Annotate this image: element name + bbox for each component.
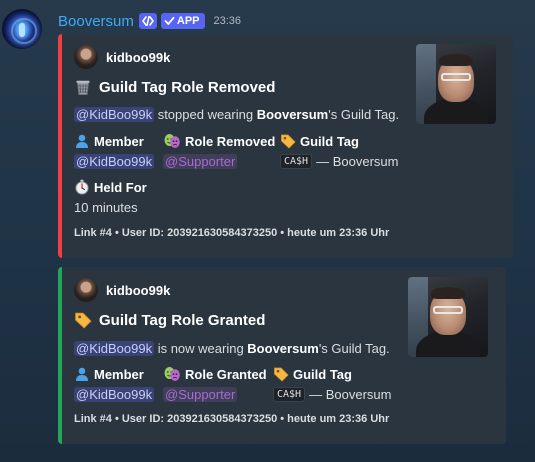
field-guild-tag: Guild Tag CA$H — Booversum [280, 131, 398, 171]
held-for-value: 10 minutes [74, 199, 138, 215]
author-avatar[interactable] [74, 45, 98, 69]
masks-icon [163, 366, 181, 382]
guild-tag-code: CA$H [280, 153, 313, 169]
wastebasket-icon [74, 78, 92, 96]
field-guild-tag: Guild Tag CA$H — Booversum [273, 364, 391, 404]
member-mention[interactable]: @KidBoo99k [74, 153, 155, 169]
field-name-guild-tag: Guild Tag [300, 133, 359, 149]
label-icon [74, 311, 92, 329]
author-name: kidboo99k [106, 282, 171, 298]
code-icon [138, 13, 157, 29]
field-name-held-for: Held For [94, 179, 147, 195]
message-timestamp[interactable]: 23:36 [214, 15, 242, 27]
guild-tag-server: — Booversum [309, 386, 392, 402]
bot-username[interactable]: Booversum [58, 13, 134, 30]
author-name: kidboo99k [106, 49, 171, 65]
embed-color-bar [58, 267, 62, 444]
server-name: Booversum [247, 341, 319, 356]
embed-description: @KidBoo99k stopped wearing Booversum's G… [74, 107, 399, 122]
author-avatar[interactable] [74, 278, 98, 302]
embed-role-removed: kidboo99k Guild Tag Role Removed @KidBoo… [58, 34, 513, 258]
embed-thumbnail[interactable] [408, 277, 488, 357]
user-mention[interactable]: @KidBoo99k [74, 107, 155, 122]
embed-title-text: Guild Tag Role Removed [99, 78, 276, 96]
description-text-end: 's Guild Tag. [328, 107, 400, 122]
description-text: is now wearing [154, 341, 248, 356]
field-role-removed: Role Removed @Supporter [163, 131, 275, 171]
person-icon [74, 133, 90, 149]
field-held-for: Held For 10 minutes [74, 177, 147, 217]
field-name-member: Member [94, 133, 144, 149]
embed-footer: Link #4 • User ID: 203921630584373250 • … [74, 227, 390, 239]
field-name-role-granted: Role Granted [185, 366, 267, 382]
field-name-role-removed: Role Removed [185, 133, 276, 149]
embed-title-text: Guild Tag Role Granted [99, 311, 266, 329]
guild-tag-server: — Booversum [316, 153, 399, 169]
embed-author: kidboo99k [74, 45, 170, 69]
app-badge: APP [160, 13, 205, 29]
verified-check-icon [164, 16, 175, 26]
role-mention[interactable]: @Supporter [163, 386, 238, 402]
bot-message: Booversum APP 23:36 kidboo99k Guild Tag … [0, 0, 535, 462]
bot-avatar[interactable] [2, 9, 42, 49]
embed-thumbnail[interactable] [416, 44, 496, 124]
description-text: stopped wearing [154, 107, 257, 122]
label-icon [280, 133, 296, 149]
stopwatch-icon [74, 179, 90, 195]
guild-tag-code: CA$H [273, 386, 306, 402]
label-icon [273, 366, 289, 382]
embed-role-granted: kidboo99k Guild Tag Role Granted @KidBoo… [58, 267, 506, 444]
person-icon [74, 366, 90, 382]
field-name-member: Member [94, 366, 144, 382]
embed-title: Guild Tag Role Removed [74, 76, 275, 98]
embed-author: kidboo99k [74, 278, 170, 302]
field-member: Member @KidBoo99k [74, 364, 155, 404]
embed-footer: Link #4 • User ID: 203921630584373250 • … [74, 413, 390, 425]
description-text-end: 's Guild Tag. [318, 341, 390, 356]
masks-icon [163, 133, 181, 149]
field-role-granted: Role Granted @Supporter [163, 364, 267, 404]
field-name-guild-tag: Guild Tag [293, 366, 352, 382]
embed-title: Guild Tag Role Granted [74, 309, 265, 331]
embed-color-bar [58, 34, 62, 258]
user-mention[interactable]: @KidBoo99k [74, 341, 155, 356]
role-mention[interactable]: @Supporter [163, 153, 238, 169]
message-header: Booversum APP 23:36 [58, 11, 241, 31]
field-member: Member @KidBoo99k [74, 131, 155, 171]
embed-description: @KidBoo99k is now wearing Booversum's Gu… [74, 341, 390, 356]
app-badge-label: APP [176, 15, 200, 27]
member-mention[interactable]: @KidBoo99k [74, 386, 155, 402]
server-name: Booversum [256, 107, 329, 122]
